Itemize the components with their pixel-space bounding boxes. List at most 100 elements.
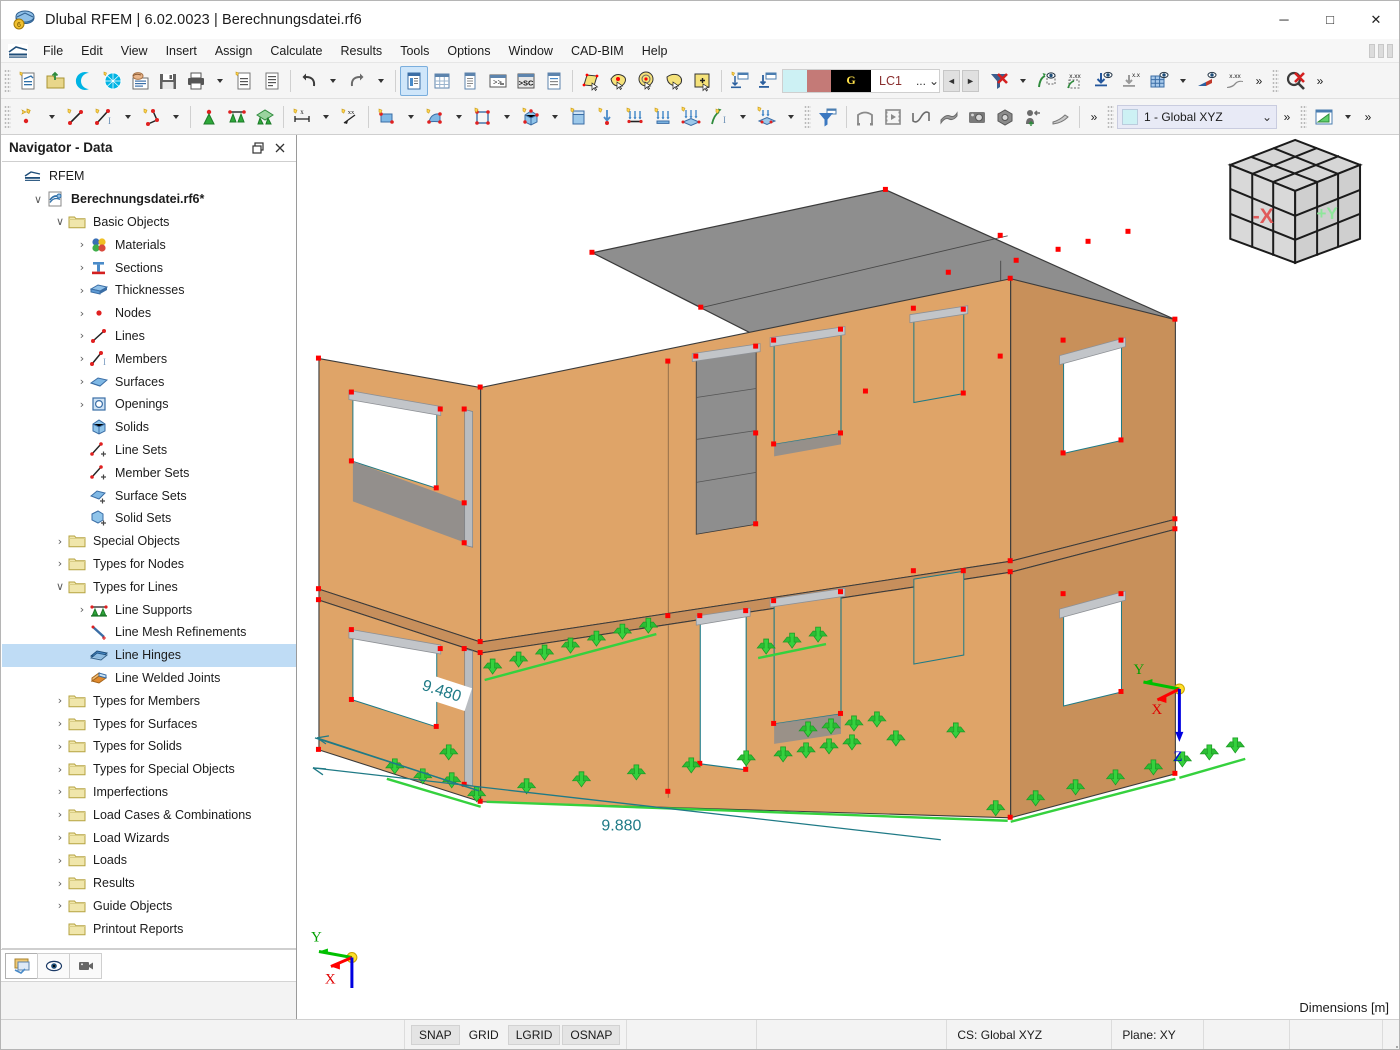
status-plane[interactable]: Plane: XY: [1112, 1020, 1205, 1049]
new-line-icon[interactable]: [62, 102, 90, 132]
tree-item-line-mesh-refinements[interactable]: Line Mesh Refinements: [2, 621, 296, 644]
toolbar-grip[interactable]: [4, 104, 11, 129]
tree-item-types-for-lines[interactable]: ∨ Types for Lines: [2, 575, 296, 598]
menu-cad-bim[interactable]: CAD-BIM: [562, 41, 633, 61]
chevron-down-icon[interactable]: ∨: [30, 193, 46, 206]
new-member-icon[interactable]: I: [90, 102, 118, 132]
select-circle-icon[interactable]: [633, 66, 661, 96]
grid-toggle[interactable]: GRID: [461, 1025, 506, 1044]
tree-item-rfem[interactable]: RFEM: [2, 165, 296, 188]
imposed-load-icon[interactable]: [753, 102, 781, 132]
render-cube-icon[interactable]: [991, 102, 1019, 132]
eye-icon[interactable]: [37, 952, 70, 979]
chevron-right-icon[interactable]: ›: [74, 261, 90, 274]
tree-item-nodes[interactable]: › Nodes: [2, 302, 296, 325]
new-polyline-icon[interactable]: [138, 102, 166, 132]
clipping-icon[interactable]: [1047, 102, 1075, 132]
free-load-icon[interactable]: I: [705, 102, 733, 132]
status-coordinate-system[interactable]: CS: Global XYZ: [947, 1020, 1113, 1049]
toolbar-overflow-5[interactable]: »: [1358, 102, 1378, 132]
undock-icon[interactable]: [248, 138, 268, 158]
load-case-next-button[interactable]: ►: [962, 69, 980, 92]
select-freehand-icon[interactable]: [661, 66, 689, 96]
tree-item-printout-reports[interactable]: Printout Reports: [2, 917, 296, 940]
tree-item-results[interactable]: › Results: [2, 872, 296, 895]
zoom-clear-icon[interactable]: [1282, 66, 1310, 96]
tree-item-surfaces[interactable]: › Surfaces: [2, 370, 296, 393]
surface-load-icon[interactable]: [677, 102, 705, 132]
table-panel-icon[interactable]: [428, 66, 456, 96]
tree-item-types-for-nodes[interactable]: › Types for Nodes: [2, 553, 296, 576]
menu-view[interactable]: View: [112, 41, 157, 61]
snap-toggle[interactable]: SNAP: [411, 1024, 460, 1045]
section-view-icon[interactable]: [851, 102, 879, 132]
dlubal-center-icon[interactable]: [70, 66, 98, 96]
animation-icon[interactable]: [879, 102, 907, 132]
import-load-case-icon[interactable]: [754, 66, 782, 96]
chevron-right-icon[interactable]: ›: [74, 238, 90, 251]
chevron-right-icon[interactable]: ›: [74, 603, 90, 616]
move-view-icon[interactable]: [1019, 102, 1047, 132]
menu-results[interactable]: Results: [332, 41, 392, 61]
navigator-views-icon[interactable]: [5, 952, 38, 979]
tree-item-berechnungsdatei-rf6[interactable]: ∨ Berechnungsdatei.rf6*: [2, 188, 296, 211]
dlubal-sphere-icon[interactable]: [98, 66, 126, 96]
tree-item-basic-objects[interactable]: ∨ Basic Objects: [2, 211, 296, 234]
chevron-right-icon[interactable]: ›: [52, 717, 68, 730]
chevron-down-icon[interactable]: ⌄: [929, 74, 939, 88]
chevron-right-icon[interactable]: ›: [52, 557, 68, 570]
node-caret[interactable]: [42, 102, 62, 132]
tree-item-load-wizards[interactable]: › Load Wizards: [2, 826, 296, 849]
member-load-icon[interactable]: [621, 102, 649, 132]
tree-item-types-for-members[interactable]: › Types for Members: [2, 689, 296, 712]
dimension-caret[interactable]: [316, 102, 336, 132]
surface-caret[interactable]: [401, 102, 421, 132]
load-case-dots[interactable]: ...: [910, 74, 929, 88]
free-load-caret[interactable]: [733, 102, 753, 132]
new-load-case-icon[interactable]: [726, 66, 754, 96]
menu-tools[interactable]: Tools: [391, 41, 438, 61]
chart-caret[interactable]: [1338, 102, 1358, 132]
curved-caret[interactable]: [449, 102, 469, 132]
chevron-right-icon[interactable]: ›: [74, 398, 90, 411]
value-visibility-icon[interactable]: x.xx: [1061, 66, 1089, 96]
new-opening-icon[interactable]: [469, 102, 497, 132]
close-icon[interactable]: [270, 138, 290, 158]
redo-icon[interactable]: [343, 66, 371, 96]
chevron-right-icon[interactable]: ›: [52, 740, 68, 753]
filter-clear-icon[interactable]: [985, 66, 1013, 96]
line-load-icon[interactable]: [649, 102, 677, 132]
tree-item-surface-sets[interactable]: Surface Sets: [2, 484, 296, 507]
member-caret[interactable]: [118, 102, 138, 132]
toolbar-grip[interactable]: [804, 104, 811, 129]
chevron-right-icon[interactable]: ›: [74, 352, 90, 365]
deformation-icon[interactable]: [1089, 66, 1117, 96]
chevron-right-icon[interactable]: ›: [52, 831, 68, 844]
tree-item-types-for-solids[interactable]: › Types for Solids: [2, 735, 296, 758]
grid-caret[interactable]: [1173, 66, 1193, 96]
chevron-down-icon[interactable]: ⌄: [1262, 110, 1272, 124]
menu-calculate[interactable]: Calculate: [261, 41, 331, 61]
nodal-load-icon[interactable]: [593, 102, 621, 132]
model-viewport[interactable]: 9.480 9.880 Y X Z: [297, 135, 1399, 1019]
tree-item-line-sets[interactable]: Line Sets: [2, 439, 296, 462]
menu-options[interactable]: Options: [438, 41, 499, 61]
open-folder-icon[interactable]: [42, 66, 70, 96]
toolbar-grip[interactable]: [1300, 104, 1307, 129]
polyline-caret[interactable]: [166, 102, 186, 132]
result-surface-icon[interactable]: [935, 102, 963, 132]
properties-panel-icon[interactable]: [540, 66, 568, 96]
chart-green-icon[interactable]: [1310, 102, 1338, 132]
tree-item-guide-objects[interactable]: › Guide Objects: [2, 895, 296, 918]
select-box-plus-icon[interactable]: [689, 66, 717, 96]
model-3d-scene[interactable]: 9.480 9.880 Y X Z: [297, 135, 1399, 989]
chevron-down-icon[interactable]: ∨: [52, 580, 68, 593]
tree-item-types-for-special-objects[interactable]: › Types for Special Objects: [2, 758, 296, 781]
tree-item-materials[interactable]: › Materials: [2, 233, 296, 256]
menu-help[interactable]: Help: [633, 41, 677, 61]
imposed-caret[interactable]: [781, 102, 801, 132]
list-panel-icon[interactable]: [456, 66, 484, 96]
tree-item-loads[interactable]: › Loads: [2, 849, 296, 872]
solid-caret[interactable]: [545, 102, 565, 132]
filter-icon[interactable]: [814, 102, 842, 132]
